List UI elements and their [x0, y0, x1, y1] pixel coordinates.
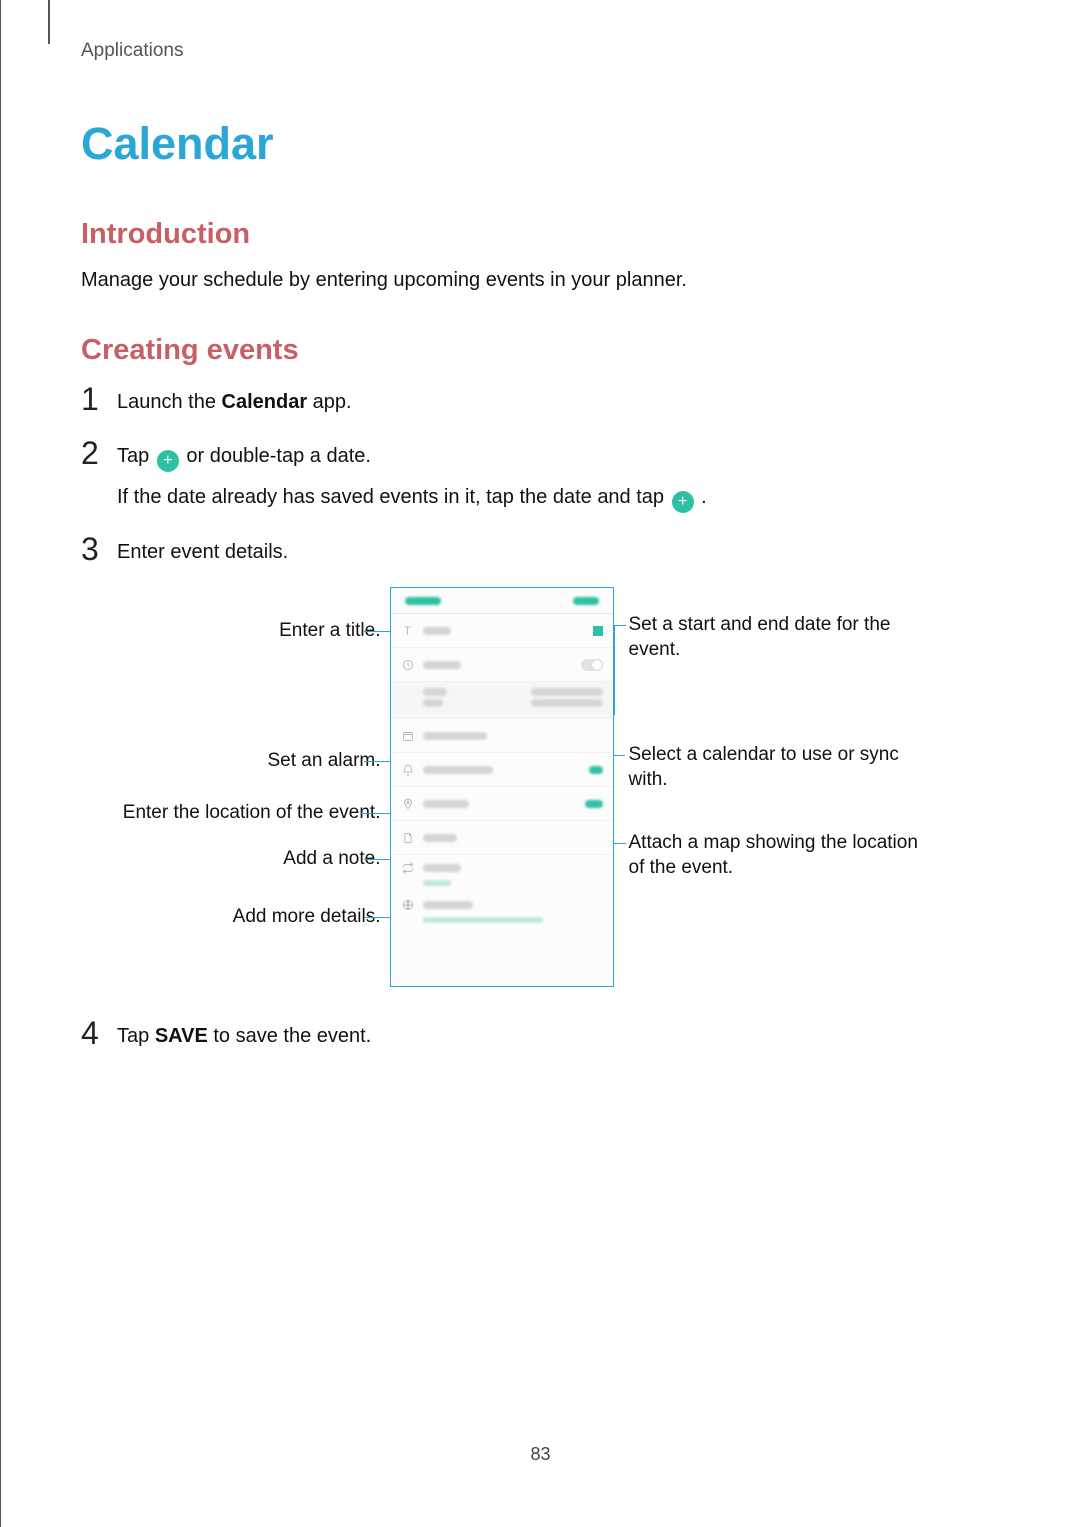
step-number: 3 [81, 533, 113, 565]
bold-text: SAVE [155, 1025, 208, 1047]
step-text: Enter event details. [117, 533, 1000, 567]
page-title: Calendar [81, 118, 1000, 170]
text: or double-tap a date. [186, 445, 371, 467]
text: If the date already has saved events in … [117, 486, 670, 508]
end-value-blurred [531, 699, 603, 707]
leader-line [614, 625, 626, 626]
steps-list: 1 Launch the Calendar app. 2 Tap + or do… [81, 383, 1000, 1051]
color-chip [593, 626, 603, 636]
timezone-row [391, 892, 613, 929]
step-number: 1 [81, 383, 113, 415]
event-editor-diagram: Enter a title. Set an alarm. Enter the l… [111, 587, 971, 987]
step-text: Tap + or double-tap a date. If the date … [117, 437, 1000, 513]
text: Launch the [117, 391, 222, 413]
globe-icon [401, 898, 415, 912]
title-row: T [391, 614, 613, 648]
date-block [391, 682, 613, 719]
text: app. [307, 391, 351, 413]
step-4: 4 Tap SAVE to save the event. [81, 1017, 1000, 1051]
step-number: 2 [81, 437, 113, 469]
allday-row [391, 648, 613, 682]
text: Tap [117, 445, 155, 467]
text: . [701, 486, 707, 508]
leader-line [614, 625, 615, 715]
callout-set-dates: Set a start and end date for the event. [629, 613, 939, 662]
clock-icon [401, 658, 415, 672]
step-text: Launch the Calendar app. [117, 383, 1000, 417]
callout-enter-location: Enter the location of the event. [111, 801, 381, 826]
alarm-row [391, 753, 613, 787]
title-field-blurred [423, 627, 451, 635]
save-button-blurred [573, 597, 599, 605]
callout-add-more-details: Add more details. [131, 905, 381, 930]
callout-enter-title: Enter a title. [131, 619, 381, 644]
note-icon [401, 831, 415, 845]
leader-line [360, 813, 390, 814]
section-heading-creating-events: Creating events [81, 334, 1000, 367]
note-row [391, 821, 613, 855]
calendar-value-blurred [423, 732, 487, 740]
text: Tap [117, 1025, 155, 1047]
allday-toggle [581, 659, 603, 671]
phone-topbar [391, 588, 613, 614]
plus-icon: + [157, 450, 179, 472]
callout-attach-map: Attach a map showing the location of the… [629, 831, 939, 880]
title-icon: T [401, 624, 415, 638]
repeat-row [391, 855, 613, 892]
map-action-blurred [585, 800, 603, 808]
pin-icon [401, 797, 415, 811]
step-text: Tap SAVE to save the event. [117, 1017, 1000, 1051]
timezone-value-blurred [423, 917, 543, 923]
cancel-button-blurred [405, 597, 441, 605]
breadcrumb: Applications [81, 40, 1000, 62]
step-number: 4 [81, 1017, 113, 1049]
note-value-blurred [423, 834, 457, 842]
repeat-label-blurred [423, 864, 461, 872]
calendar-icon [401, 729, 415, 743]
section-heading-introduction: Introduction [81, 218, 1000, 251]
repeat-value-blurred [423, 880, 451, 886]
callout-add-note: Add a note. [131, 847, 381, 872]
page-number: 83 [1, 1444, 1080, 1465]
bell-icon [401, 763, 415, 777]
callout-select-calendar: Select a calendar to use or sync with. [629, 743, 939, 792]
timezone-label-blurred [423, 901, 473, 909]
alarm-value-blurred [423, 766, 493, 774]
bold-text: Calendar [222, 391, 308, 413]
edge-tick [48, 0, 50, 44]
calendar-row [391, 719, 613, 753]
step-1: 1 Launch the Calendar app. [81, 383, 1000, 417]
step-2: 2 Tap + or double-tap a date. If the dat… [81, 437, 1000, 513]
repeat-icon [401, 861, 415, 875]
text: to save the event. [208, 1025, 371, 1047]
introduction-text: Manage your schedule by entering upcomin… [81, 267, 1000, 294]
start-label-blurred [423, 688, 447, 696]
location-row [391, 787, 613, 821]
end-label-blurred [423, 699, 443, 707]
step-3: 3 Enter event details. [81, 533, 1000, 567]
allday-label-blurred [423, 661, 461, 669]
alarm-action-blurred [589, 766, 603, 774]
callout-set-alarm: Set an alarm. [131, 749, 381, 774]
plus-icon: + [672, 491, 694, 513]
start-value-blurred [531, 688, 603, 696]
manual-page: Applications Calendar Introduction Manag… [0, 0, 1080, 1527]
phone-mock: T [390, 587, 614, 987]
location-value-blurred [423, 800, 469, 808]
